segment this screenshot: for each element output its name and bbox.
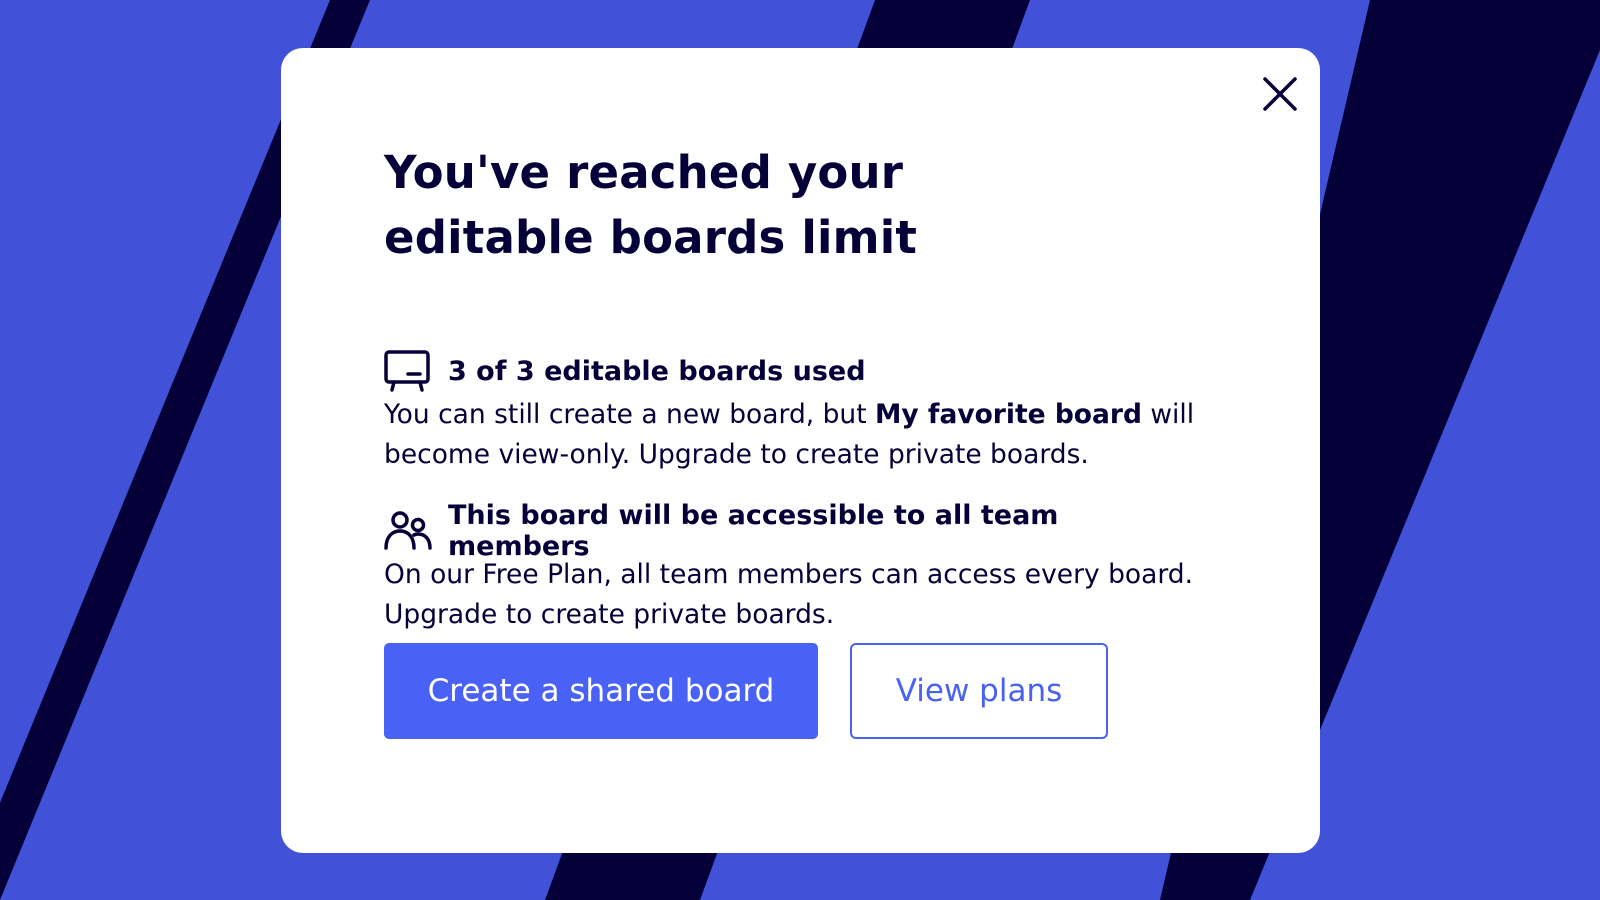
boards-used-heading: 3 of 3 editable boards used	[448, 355, 866, 387]
team-members-icon	[384, 509, 432, 553]
modal-title: You've reached your editable boards limi…	[384, 146, 918, 264]
close-icon	[1263, 77, 1297, 111]
view-plans-button[interactable]: View plans	[850, 643, 1108, 739]
team-access-section: This board will be accessible to all tea…	[384, 500, 1204, 635]
boards-used-section: 3 of 3 editable boards used You can stil…	[384, 349, 1204, 475]
favorite-board-name: My favorite board	[875, 399, 1142, 430]
team-access-header: This board will be accessible to all tea…	[384, 500, 1204, 562]
boards-used-header: 3 of 3 editable boards used	[384, 349, 1204, 393]
team-access-heading: This board will be accessible to all tea…	[448, 500, 1059, 562]
boards-used-description: You can still create a new board, but My…	[384, 395, 1204, 475]
board-icon	[384, 349, 432, 393]
create-shared-board-button[interactable]: Create a shared board	[384, 643, 818, 739]
team-access-description: On our Free Plan, all team members can a…	[384, 559, 1194, 630]
boards-used-text-before: You can still create a new board, but	[384, 399, 876, 430]
upgrade-modal: You've reached your editable boards limi…	[281, 48, 1320, 853]
close-button[interactable]	[1254, 68, 1306, 120]
